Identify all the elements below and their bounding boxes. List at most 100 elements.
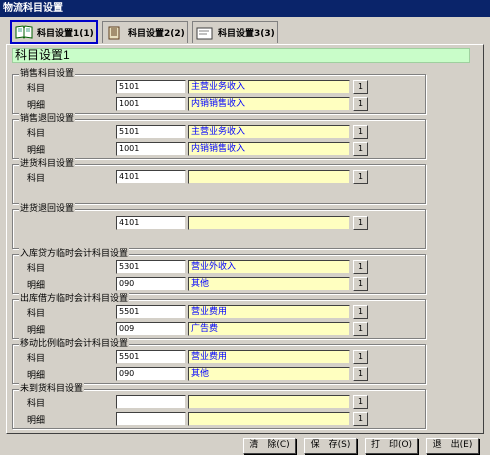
group-inbound-credit-temp: 入库贷方临时会计科目设置 科目 5301 营业外收入 1 明细 090 其他 1 [12, 248, 426, 294]
detail-lookup-button[interactable]: 1 [353, 142, 368, 156]
group-title: 移动比例临时会计科目设置 [19, 338, 130, 350]
detail-row: 明细 1 [13, 412, 425, 426]
group-purchase-account: 进货科目设置 科目 4101 1 [12, 158, 426, 204]
account-name-field [188, 395, 350, 409]
account-code-field[interactable]: 5501 [116, 350, 186, 364]
account-code-field[interactable]: 5101 [116, 125, 186, 139]
tab-label: 科目设置2(2) [128, 29, 185, 39]
group-purchase-return: 进货退回设置 4101 1 [12, 203, 426, 249]
row-label: 科目 [27, 264, 46, 274]
account-row: 科目 1 [13, 395, 425, 409]
account-row: 科目 5101 主营业务收入 1 [13, 125, 425, 139]
account-name-field: 主营业务收入 [188, 125, 350, 139]
row-label: 明细 [27, 101, 46, 111]
account-name-field: 营业费用 [188, 305, 350, 319]
account-name-field: 营业费用 [188, 350, 350, 364]
detail-row: 明细 1001 内销销售收入 1 [13, 97, 425, 111]
detail-row: 明细 090 其他 1 [13, 367, 425, 381]
account-lookup-button[interactable]: 1 [353, 395, 368, 409]
detail-lookup-button[interactable]: 1 [353, 97, 368, 111]
detail-code-field[interactable]: 1001 [116, 97, 186, 111]
account-lookup-button[interactable]: 1 [353, 350, 368, 364]
account-name-field: 营业外收入 [188, 260, 350, 274]
detail-name-field: 内销销售收入 [188, 142, 350, 156]
document-icon [196, 26, 214, 40]
detail-code-field[interactable]: 090 [116, 367, 186, 381]
account-code-field[interactable]: 5301 [116, 260, 186, 274]
tab-label: 科目设置3(3) [218, 29, 275, 39]
detail-code-field[interactable]: 1001 [116, 142, 186, 156]
group-title: 入库贷方临时会计科目设置 [19, 248, 130, 260]
group-outbound-debit-temp: 出库借方临时会计科目设置 科目 5501 营业费用 1 明细 009 广告费 1 [12, 293, 426, 339]
tab-account-settings-1[interactable]: 科目设置1(1) [10, 20, 98, 44]
clear-button[interactable]: 清 除(C) [243, 438, 296, 454]
detail-row: 明细 090 其他 1 [13, 277, 425, 291]
page-title: 科目设置1 [12, 48, 470, 63]
account-row: 科目 5301 营业外收入 1 [13, 260, 425, 274]
row-label: 明细 [27, 281, 46, 291]
account-name-field [188, 216, 350, 230]
group-sales-account: 销售科目设置 科目 5101 主营业务收入 1 明细 1001 内销销售收入 1 [12, 68, 426, 114]
detail-lookup-button[interactable]: 1 [353, 367, 368, 381]
button-bar: 清 除(C) 保 存(S) 打 印(O) 退 出(E) [0, 436, 490, 455]
detail-code-field[interactable]: 009 [116, 322, 186, 336]
group-sales-return: 销售退回设置 科目 5101 主营业务收入 1 明细 1001 内销销售收入 1 [12, 113, 426, 159]
group-moving-ratio-temp: 移动比例临时会计科目设置 科目 5501 营业费用 1 明细 090 其他 1 [12, 338, 426, 384]
book-icon [15, 25, 33, 39]
group-title: 销售退回设置 [19, 113, 76, 125]
account-row: 科目 5501 营业费用 1 [13, 350, 425, 364]
account-lookup-button[interactable]: 1 [353, 216, 368, 230]
save-button[interactable]: 保 存(S) [304, 438, 357, 454]
account-code-field[interactable]: 4101 [116, 216, 186, 230]
detail-name-field: 其他 [188, 277, 350, 291]
detail-name-field: 内销销售收入 [188, 97, 350, 111]
group-title: 未到货科目设置 [19, 383, 85, 395]
row-label: 明细 [27, 326, 46, 336]
row-label: 明细 [27, 146, 46, 156]
detail-row: 明细 009 广告费 1 [13, 322, 425, 336]
row-label: 科目 [27, 354, 46, 364]
detail-lookup-button[interactable]: 1 [353, 412, 368, 426]
detail-name-field: 其他 [188, 367, 350, 381]
tab-account-settings-3[interactable]: 科目设置3(3) [192, 21, 278, 43]
group-title: 进货科目设置 [19, 158, 76, 170]
detail-code-field[interactable] [116, 412, 186, 426]
tab-strip: 科目设置1(1) 科目设置2(2) 科目设置3(3) [0, 17, 490, 45]
detail-name-field [188, 412, 350, 426]
row-label: 科目 [27, 309, 46, 319]
group-title: 出库借方临时会计科目设置 [19, 293, 130, 305]
row-label: 科目 [27, 84, 46, 94]
account-lookup-button[interactable]: 1 [353, 260, 368, 274]
ledger-icon [106, 26, 124, 40]
account-lookup-button[interactable]: 1 [353, 170, 368, 184]
account-code-field[interactable]: 4101 [116, 170, 186, 184]
account-code-field[interactable]: 5501 [116, 305, 186, 319]
print-button[interactable]: 打 印(O) [365, 438, 418, 454]
detail-lookup-button[interactable]: 1 [353, 322, 368, 336]
detail-code-field[interactable]: 090 [116, 277, 186, 291]
exit-button[interactable]: 退 出(E) [426, 438, 479, 454]
row-label: 明细 [27, 371, 46, 381]
row-label: 科目 [27, 399, 46, 409]
account-lookup-button[interactable]: 1 [353, 125, 368, 139]
tab-label: 科目设置1(1) [37, 28, 94, 39]
group-title: 销售科目设置 [19, 68, 76, 80]
window-title: 物流科目设置 [0, 0, 490, 17]
detail-lookup-button[interactable]: 1 [353, 277, 368, 291]
tab-account-settings-2[interactable]: 科目设置2(2) [102, 21, 188, 43]
account-lookup-button[interactable]: 1 [353, 80, 368, 94]
account-row: 科目 4101 1 [13, 170, 425, 184]
group-goods-not-arrived: 未到货科目设置 科目 1 明细 1 [12, 383, 426, 429]
account-code-field[interactable]: 5101 [116, 80, 186, 94]
account-row: 科目 5501 营业费用 1 [13, 305, 425, 319]
settings-panel: 科目设置1 销售科目设置 科目 5101 主营业务收入 1 明细 1001 内销… [6, 44, 484, 434]
account-name-field: 主营业务收入 [188, 80, 350, 94]
row-label: 科目 [27, 174, 46, 184]
account-lookup-button[interactable]: 1 [353, 305, 368, 319]
row-label: 科目 [27, 129, 46, 139]
account-row: 4101 1 [13, 216, 425, 230]
account-row: 科目 5101 主营业务收入 1 [13, 80, 425, 94]
detail-name-field: 广告费 [188, 322, 350, 336]
account-code-field[interactable] [116, 395, 186, 409]
account-name-field [188, 170, 350, 184]
